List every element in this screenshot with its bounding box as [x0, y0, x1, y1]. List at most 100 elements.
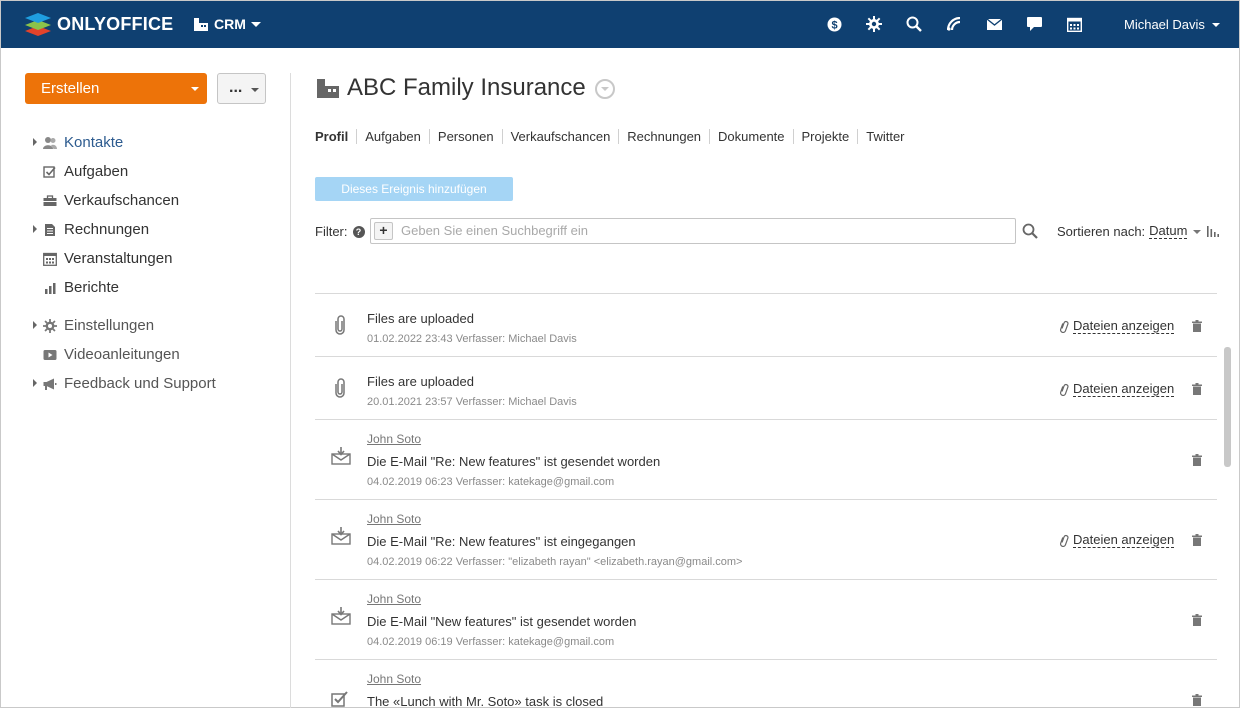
- sidebar-item-label: Videoanleitungen: [64, 346, 180, 363]
- video-icon: [43, 350, 57, 360]
- chevron-down-icon[interactable]: [1193, 229, 1202, 234]
- user-menu[interactable]: Michael Davis: [1124, 17, 1220, 32]
- mail-received-icon: [331, 527, 351, 545]
- list-item: John Soto Die E-Mail "New features" ist …: [315, 579, 1217, 659]
- trash-icon[interactable]: [1192, 383, 1202, 395]
- event-meta: 04.02.2019 06:22 Verfasser: "elizabeth r…: [367, 556, 743, 568]
- payment-icon[interactable]: $: [826, 15, 842, 33]
- search-icon[interactable]: [1022, 223, 1038, 239]
- tab-tasks[interactable]: Aufgaben: [356, 129, 429, 144]
- sort-direction-icon[interactable]: [1207, 226, 1220, 237]
- mail-sent-icon: [331, 607, 351, 625]
- chat-icon[interactable]: [1026, 15, 1042, 33]
- more-actions-button[interactable]: ...: [217, 73, 266, 104]
- scrollbar-thumb[interactable]: [1224, 347, 1231, 467]
- chevron-down-icon: [251, 88, 259, 92]
- show-files-link[interactable]: Dateien anzeigen: [1059, 318, 1175, 334]
- sidebar-item-label: Berichte: [64, 279, 120, 296]
- event-author-link[interactable]: John Soto: [367, 672, 421, 686]
- trash-icon[interactable]: [1192, 320, 1202, 332]
- add-filter-button[interactable]: +: [374, 222, 393, 240]
- settings-icon[interactable]: [866, 15, 882, 33]
- filter-label-text: Filter:: [315, 224, 348, 239]
- reports-icon: [45, 283, 56, 294]
- sort-field-select[interactable]: Datum: [1149, 224, 1188, 239]
- trash-icon[interactable]: [1192, 694, 1202, 706]
- event-title: Files are uploaded: [367, 311, 474, 326]
- expand-arrow-icon[interactable]: [33, 225, 37, 233]
- module-switcher[interactable]: CRM: [194, 16, 261, 32]
- attachment-icon: [335, 315, 345, 335]
- expand-arrow-icon[interactable]: [33, 379, 37, 387]
- show-files-label: Dateien anzeigen: [1073, 532, 1175, 548]
- event-meta: 20.01.2021 23:57 Verfasser: Michael Davi…: [367, 396, 577, 408]
- show-files-label: Dateien anzeigen: [1073, 381, 1175, 397]
- search-input[interactable]: [401, 223, 1001, 238]
- more-actions-label: ...: [229, 79, 243, 96]
- tab-profile[interactable]: Profil: [315, 129, 356, 144]
- add-event-button[interactable]: Dieses Ereignis hinzufügen: [315, 177, 513, 201]
- expand-arrow-icon[interactable]: [33, 138, 37, 146]
- contacts-icon: [43, 137, 57, 149]
- search-icon[interactable]: [906, 15, 922, 33]
- top-bar: ONLYOFFICE CRM $ Michael Davis: [1, 1, 1239, 48]
- logo[interactable]: ONLYOFFICE: [25, 11, 173, 37]
- tab-opportunities[interactable]: Verkaufschancen: [501, 129, 619, 144]
- sidebar-item-label: Kontakte: [64, 134, 124, 151]
- profile-tabs: Profil Aufgaben Personen Verkaufschancen…: [315, 129, 913, 144]
- settings-icon: [43, 319, 57, 333]
- chevron-down-icon: [250, 21, 261, 27]
- list-item: John Soto Die E-Mail "Re: New features" …: [315, 499, 1217, 579]
- list-item: John Soto Die E-Mail "Re: New features" …: [315, 419, 1217, 499]
- tab-persons[interactable]: Personen: [428, 129, 502, 144]
- chevron-down-icon: [191, 87, 199, 91]
- task-closed-icon: [331, 691, 348, 707]
- onlyoffice-logo-icon: [25, 13, 51, 36]
- title-actions-menu-icon[interactable]: [595, 79, 615, 99]
- sidebar-item-label: Verkaufschancen: [64, 192, 180, 209]
- event-title: Die E-Mail "New features" ist gesendet w…: [367, 614, 637, 629]
- tab-invoices[interactable]: Rechnungen: [618, 129, 709, 144]
- expand-arrow-icon[interactable]: [33, 321, 37, 329]
- show-files-link[interactable]: Dateien anzeigen: [1059, 381, 1175, 397]
- megaphone-icon: [43, 378, 57, 390]
- invoices-icon: [45, 224, 55, 236]
- sidebar-item-label: Einstellungen: [64, 317, 155, 334]
- event-title: Die E-Mail "Re: New features" ist eingeg…: [367, 534, 636, 549]
- mail-sent-icon: [331, 447, 351, 465]
- trash-icon[interactable]: [1192, 534, 1202, 546]
- event-author-link[interactable]: John Soto: [367, 592, 421, 606]
- attachment-icon: [335, 378, 345, 398]
- sort-label: Sortieren nach:: [1057, 224, 1146, 239]
- trash-icon[interactable]: [1192, 614, 1202, 626]
- sidebar-item-label: Aufgaben: [64, 163, 129, 180]
- events-icon: [43, 252, 57, 266]
- mail-icon[interactable]: [986, 15, 1002, 33]
- paperclip-icon: [1060, 534, 1069, 547]
- sidebar-item-label: Veranstaltungen: [64, 250, 173, 267]
- help-icon[interactable]: ?: [352, 225, 365, 238]
- tab-documents[interactable]: Dokumente: [709, 129, 792, 144]
- list-item: Files are uploaded 01.02.2022 23:43 Verf…: [315, 293, 1217, 356]
- brand-name: ONLYOFFICE: [57, 13, 174, 34]
- event-author-link[interactable]: John Soto: [367, 512, 421, 526]
- feed-icon[interactable]: [946, 15, 962, 33]
- trash-icon[interactable]: [1192, 454, 1202, 466]
- event-title: The «Lunch with Mr. Soto» task is closed: [367, 694, 604, 708]
- sort-control: Sortieren nach: Datum: [1057, 224, 1220, 239]
- paperclip-icon: [1060, 383, 1069, 396]
- chevron-down-icon: [1211, 22, 1220, 27]
- event-meta: 01.02.2022 23:43 Verfasser: Michael Davi…: [367, 333, 577, 345]
- event-meta: 04.02.2019 06:19 Verfasser: katekage@gma…: [367, 636, 615, 648]
- module-name: CRM: [214, 16, 246, 32]
- list-item: John Soto The «Lunch with Mr. Soto» task…: [315, 659, 1217, 708]
- calendar-icon[interactable]: [1066, 15, 1082, 33]
- tab-projects[interactable]: Projekte: [792, 129, 858, 144]
- show-files-link[interactable]: Dateien anzeigen: [1059, 532, 1175, 548]
- create-button[interactable]: Erstellen: [25, 73, 207, 104]
- event-author-link[interactable]: John Soto: [367, 432, 421, 446]
- show-files-label: Dateien anzeigen: [1073, 318, 1175, 334]
- company-icon: [317, 79, 339, 98]
- filter-label: Filter: ?: [315, 224, 365, 239]
- tab-twitter[interactable]: Twitter: [857, 129, 912, 144]
